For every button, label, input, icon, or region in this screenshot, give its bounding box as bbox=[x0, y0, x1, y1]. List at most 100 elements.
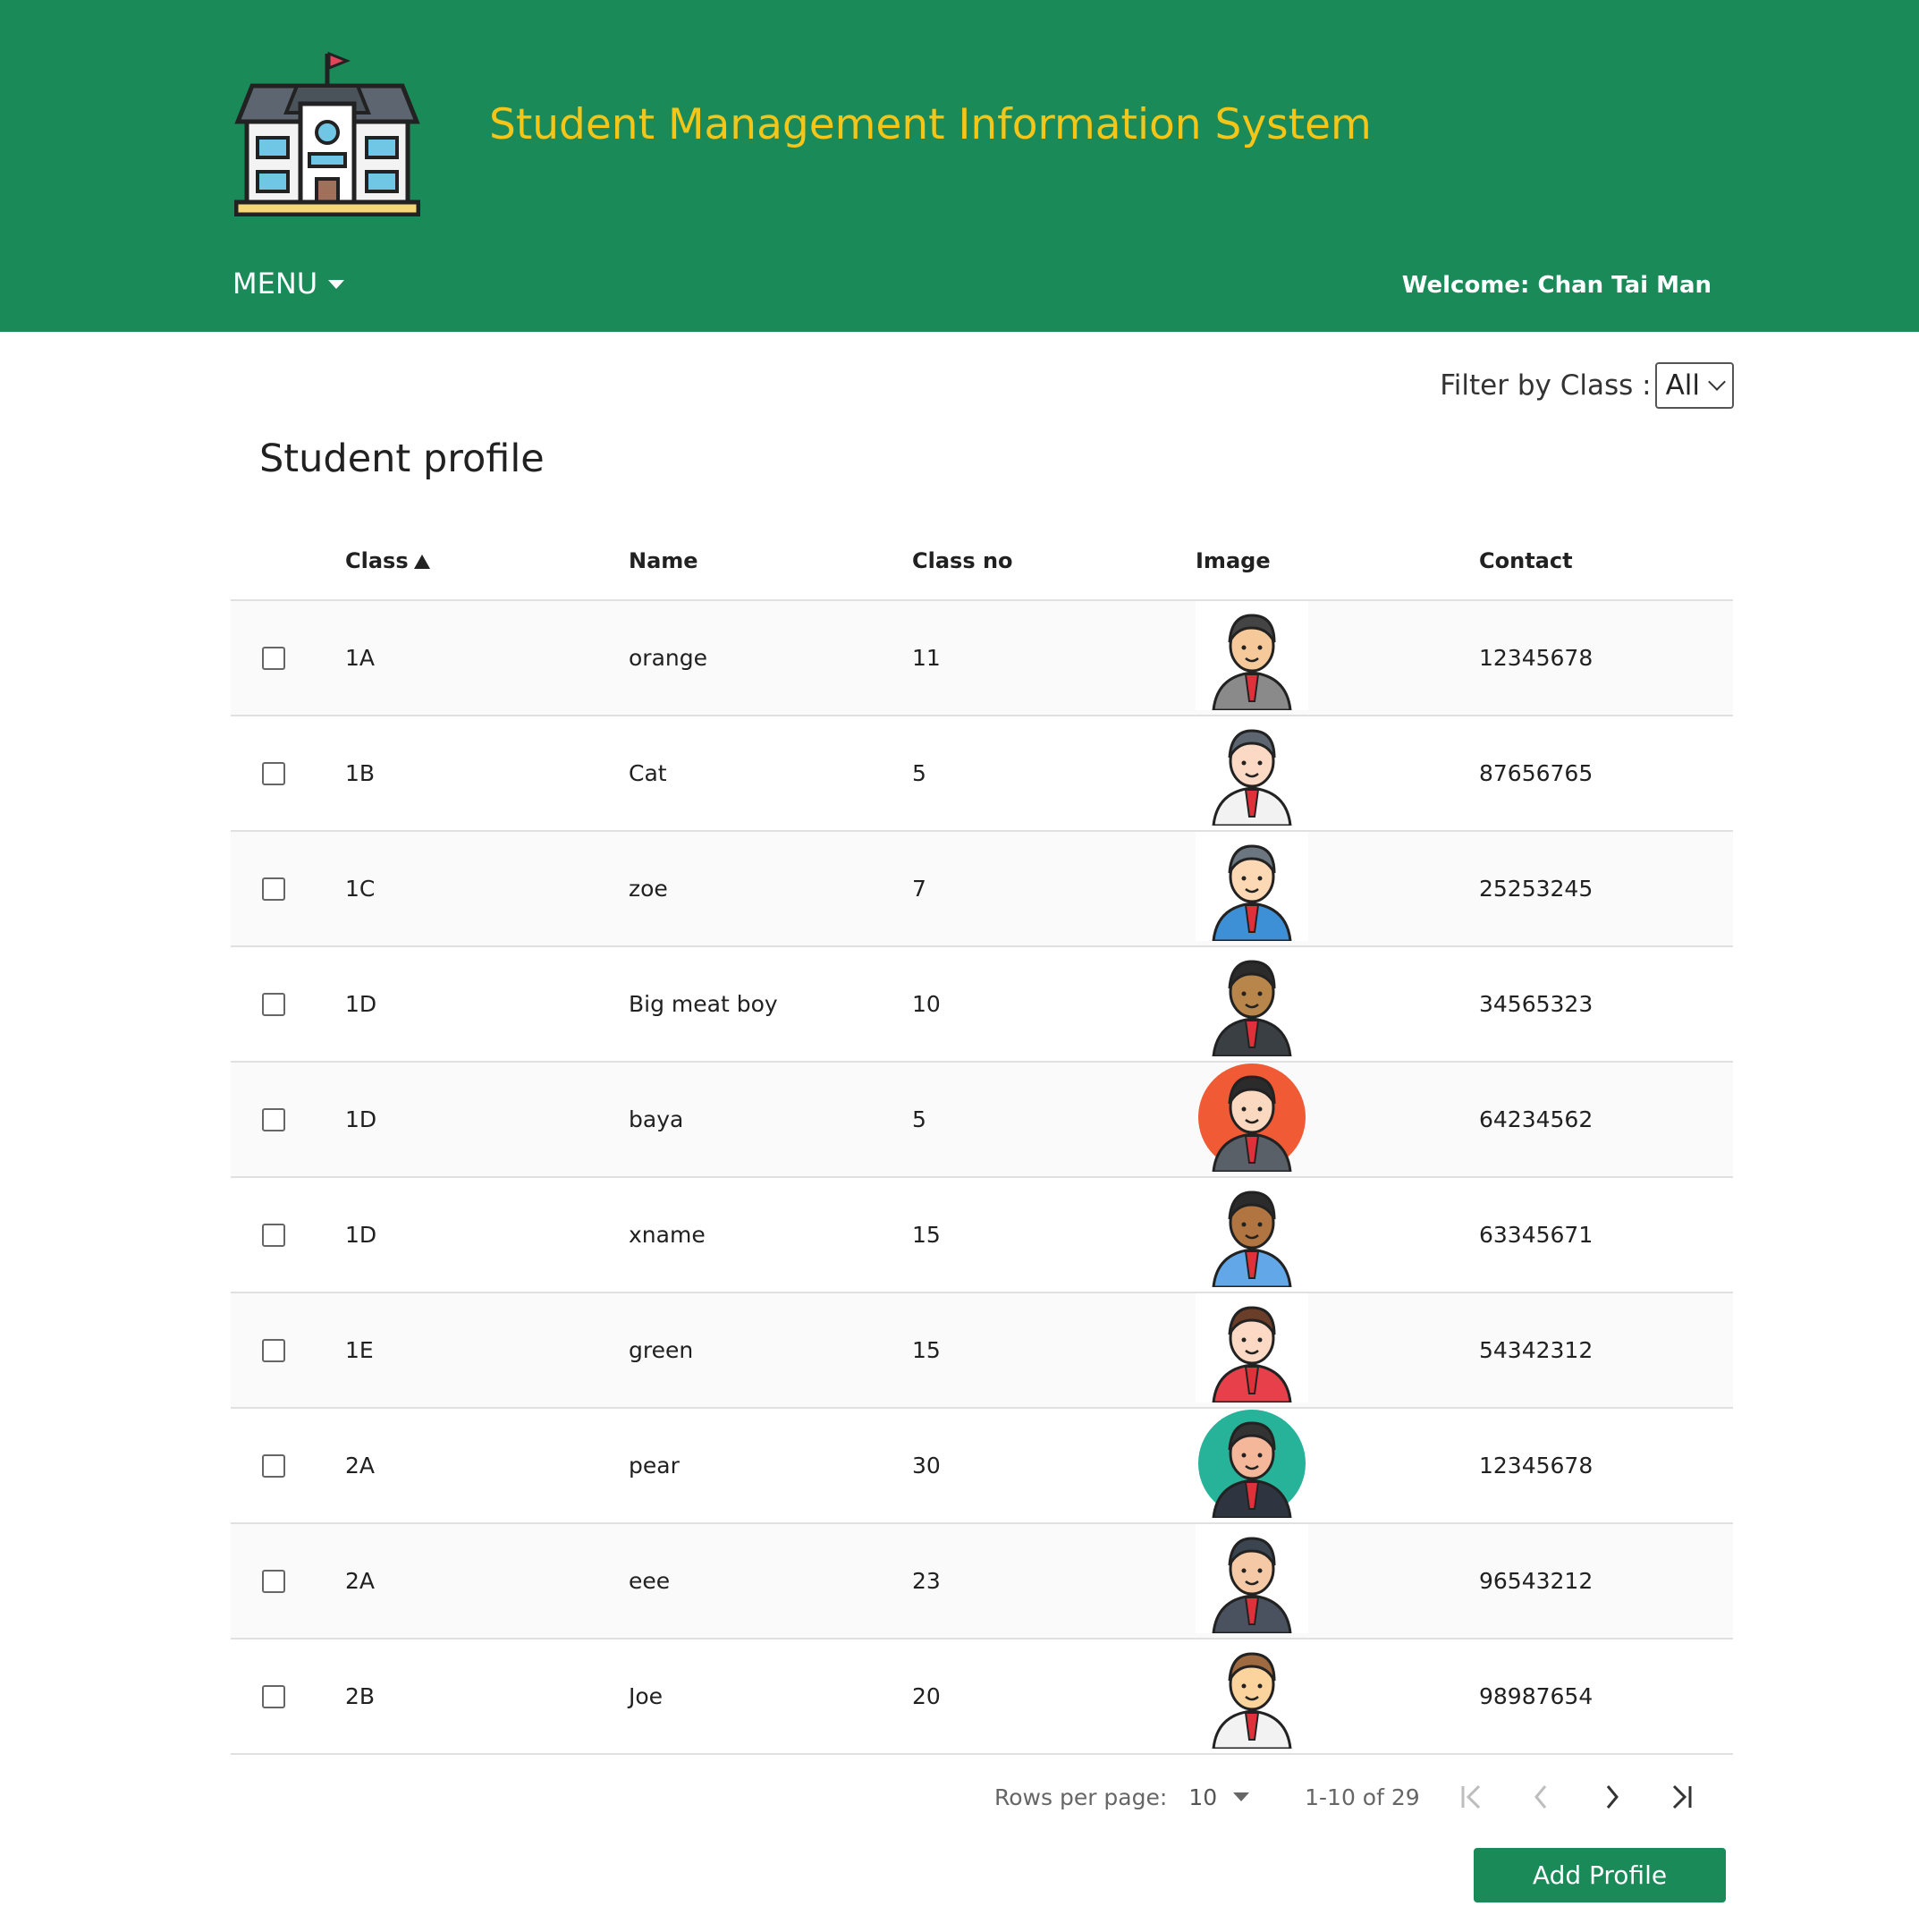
row-checkbox[interactable] bbox=[262, 877, 285, 901]
cell-class: 1D bbox=[345, 991, 377, 1017]
cell-contact: 96543212 bbox=[1479, 1568, 1594, 1594]
cell-class: 1B bbox=[345, 760, 376, 786]
welcome-text: Welcome: Chan Tai Man bbox=[1401, 272, 1712, 299]
table-row[interactable]: 2A pear 30 12345678 bbox=[231, 1409, 1733, 1524]
table-row[interactable]: 1C zoe 7 25253245 bbox=[231, 831, 1733, 947]
student-avatar-icon bbox=[1196, 1639, 1308, 1754]
column-header-class-no[interactable]: Class no bbox=[912, 548, 1196, 573]
cell-contact: 64234562 bbox=[1479, 1106, 1594, 1132]
row-checkbox[interactable] bbox=[262, 1338, 285, 1362]
student-avatar-icon bbox=[1196, 946, 1308, 1062]
rows-per-page-select[interactable]: 10 bbox=[1188, 1784, 1250, 1810]
student-avatar-icon bbox=[1196, 1292, 1308, 1408]
caret-down-icon bbox=[328, 280, 345, 289]
cell-name: xname bbox=[629, 1222, 706, 1248]
sort-ascending-icon bbox=[413, 555, 430, 569]
row-checkbox[interactable] bbox=[262, 1107, 285, 1131]
row-checkbox[interactable] bbox=[262, 992, 285, 1016]
cell-contact: 87656765 bbox=[1479, 760, 1594, 786]
cell-image bbox=[1196, 1292, 1479, 1408]
filter-selected-value: All bbox=[1665, 369, 1700, 402]
cell-name: Joe bbox=[629, 1683, 664, 1709]
previous-page-button[interactable] bbox=[1524, 1779, 1560, 1815]
column-header-contact[interactable]: Contact bbox=[1479, 548, 1733, 573]
class-filter-select[interactable]: All bbox=[1654, 362, 1734, 409]
cell-class: 1E bbox=[345, 1337, 374, 1363]
menu-dropdown[interactable]: MENU bbox=[232, 267, 345, 301]
row-checkbox[interactable] bbox=[262, 1223, 285, 1247]
chevron-left-icon bbox=[1534, 1785, 1546, 1809]
cell-image bbox=[1196, 1639, 1479, 1754]
cell-class: 2B bbox=[345, 1683, 376, 1709]
cell-class: 2A bbox=[345, 1453, 376, 1479]
table-row[interactable]: 1D Big meat boy 10 34565323 bbox=[231, 946, 1733, 1063]
cell-image bbox=[1196, 716, 1479, 831]
student-avatar-icon bbox=[1196, 1409, 1308, 1523]
class-filter: Filter by Class : All bbox=[1440, 362, 1734, 409]
caret-down-icon bbox=[1233, 1792, 1250, 1801]
cell-image bbox=[1196, 1523, 1479, 1639]
cell-class-no: 20 bbox=[912, 1683, 941, 1709]
table-row[interactable]: 1E green 15 54342312 bbox=[231, 1292, 1733, 1409]
student-table: Class Name Class no Image Contact 1A ora… bbox=[231, 522, 1733, 1755]
cell-name: eee bbox=[629, 1568, 671, 1594]
filter-label: Filter by Class : bbox=[1440, 369, 1652, 402]
cell-class-no: 15 bbox=[912, 1222, 941, 1248]
student-avatar-icon bbox=[1196, 1177, 1308, 1292]
page-title: Student profile bbox=[259, 436, 545, 481]
student-avatar-icon bbox=[1196, 1523, 1308, 1639]
pagination: Rows per page: 10 1-10 of 29 bbox=[984, 1775, 1733, 1818]
column-header-name[interactable]: Name bbox=[629, 548, 912, 573]
student-avatar-icon bbox=[1196, 716, 1308, 831]
table-row[interactable]: 1D baya 5 64234562 bbox=[231, 1063, 1733, 1178]
first-page-button[interactable] bbox=[1454, 1779, 1490, 1815]
cell-class: 1A bbox=[345, 645, 376, 671]
cell-name: Cat bbox=[629, 760, 667, 786]
school-building-icon bbox=[234, 51, 420, 216]
menu-label: MENU bbox=[232, 267, 318, 301]
cell-class-no: 5 bbox=[912, 1106, 926, 1132]
cell-class-no: 15 bbox=[912, 1337, 941, 1363]
add-profile-button[interactable]: Add Profile bbox=[1474, 1848, 1726, 1902]
table-row[interactable]: 2B Joe 20 98987654 bbox=[231, 1639, 1733, 1755]
cell-image bbox=[1196, 1409, 1479, 1523]
column-header-class[interactable]: Class bbox=[345, 548, 629, 573]
column-header-image[interactable]: Image bbox=[1196, 548, 1479, 573]
last-page-icon bbox=[1672, 1784, 1692, 1809]
table-row[interactable]: 1A orange 11 12345678 bbox=[231, 600, 1733, 716]
table-row[interactable]: 1D xname 15 63345671 bbox=[231, 1177, 1733, 1293]
cell-image bbox=[1196, 600, 1479, 716]
cell-contact: 34565323 bbox=[1479, 991, 1594, 1017]
cell-contact: 12345678 bbox=[1479, 1453, 1594, 1479]
row-checkbox[interactable] bbox=[262, 646, 285, 670]
cell-name: baya bbox=[629, 1106, 684, 1132]
cell-image bbox=[1196, 946, 1479, 1062]
cell-class: 1C bbox=[345, 876, 376, 902]
cell-class: 1D bbox=[345, 1106, 377, 1132]
cell-name: green bbox=[629, 1337, 694, 1363]
cell-contact: 25253245 bbox=[1479, 876, 1594, 902]
student-avatar-icon bbox=[1196, 1063, 1308, 1177]
cell-class-no: 11 bbox=[912, 645, 941, 671]
row-checkbox[interactable] bbox=[262, 761, 285, 785]
row-checkbox[interactable] bbox=[262, 1453, 285, 1478]
table-row[interactable]: 2A eee 23 96543212 bbox=[231, 1523, 1733, 1640]
cell-contact: 54342312 bbox=[1479, 1337, 1594, 1363]
next-page-button[interactable] bbox=[1594, 1779, 1629, 1815]
cell-contact: 12345678 bbox=[1479, 645, 1594, 671]
chevron-down-icon bbox=[1708, 373, 1726, 391]
row-checkbox[interactable] bbox=[262, 1684, 285, 1708]
cell-name: pear bbox=[629, 1453, 680, 1479]
row-checkbox[interactable] bbox=[262, 1569, 285, 1593]
last-page-button[interactable] bbox=[1663, 1779, 1699, 1815]
table-row[interactable]: 1B Cat 5 87656765 bbox=[231, 716, 1733, 832]
app-title: Student Management Information System bbox=[489, 100, 1372, 149]
cell-class-no: 23 bbox=[912, 1568, 941, 1594]
cell-class: 1D bbox=[345, 1222, 377, 1248]
app-header: Student Management Information System ME… bbox=[0, 0, 1919, 332]
pagination-range: 1-10 of 29 bbox=[1305, 1784, 1420, 1810]
cell-class: 2A bbox=[345, 1568, 376, 1594]
cell-class-no: 30 bbox=[912, 1453, 941, 1479]
cell-name: orange bbox=[629, 645, 707, 671]
cell-class-no: 5 bbox=[912, 760, 926, 786]
